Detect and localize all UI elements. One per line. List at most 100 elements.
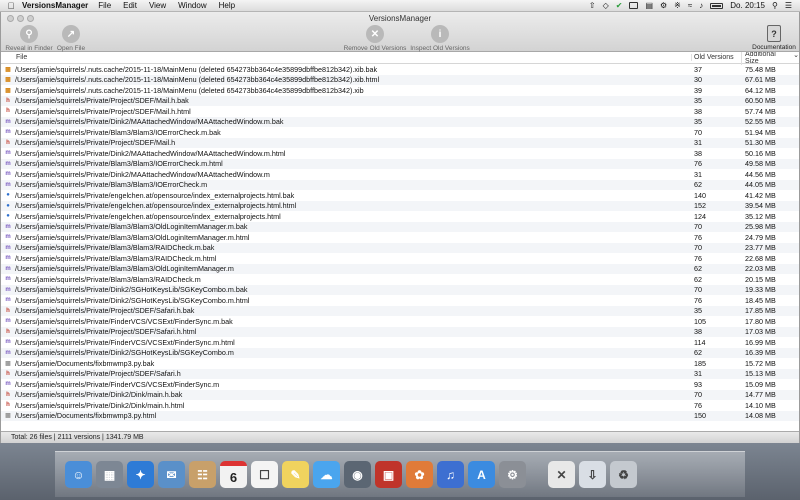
column-header-old-versions[interactable]: Old Versions bbox=[691, 54, 741, 61]
battery-icon[interactable] bbox=[710, 2, 724, 9]
contacts-icon[interactable]: ☷ bbox=[189, 461, 216, 488]
dropbox-icon[interactable]: ◇ bbox=[603, 1, 609, 10]
check-icon[interactable]: ✔ bbox=[616, 1, 623, 10]
old-versions-cell: 76 bbox=[694, 295, 702, 305]
table-row[interactable]: h/Users/jamie/squirrels/Private/Project/… bbox=[1, 106, 799, 117]
table-row[interactable]: h/Users/jamie/squirrels/Private/Project/… bbox=[1, 95, 799, 106]
file-path-cell: /Users/jamie/Documents/fixbmwmp3.py.bak bbox=[15, 358, 155, 368]
additional-size-cell: 18.45 MB bbox=[745, 295, 776, 305]
table-row[interactable]: h/Users/jamie/squirrels/Private/Dink2/Di… bbox=[1, 389, 799, 400]
table-row[interactable]: ▩ /Users/jamie/squirrels/.nuts.cache/2015… bbox=[1, 85, 799, 96]
table-row[interactable]: m/Users/jamie/squirrels/Private/Blam3/Bl… bbox=[1, 127, 799, 138]
clipboard-icon[interactable]: ▤ bbox=[645, 1, 653, 10]
table-row[interactable]: m/Users/jamie/squirrels/Private/Blam3/Bl… bbox=[1, 221, 799, 232]
app-store-icon[interactable]: A bbox=[468, 461, 495, 488]
notes-icon[interactable]: ✎ bbox=[282, 461, 309, 488]
file-type-icon: m bbox=[5, 381, 11, 388]
remove-old-versions-button[interactable]: ✕ Remove Old Versions bbox=[341, 25, 409, 52]
table-row[interactable]: m/Users/jamie/squirrels/Private/Dink2/SG… bbox=[1, 347, 799, 358]
messages-icon[interactable]: ☁ bbox=[313, 461, 340, 488]
table-row[interactable]: m/Users/jamie/squirrels/Private/Dink2/MA… bbox=[1, 148, 799, 159]
downloads-icon[interactable]: ⇩ bbox=[579, 461, 606, 488]
facetime-icon[interactable]: ◉ bbox=[344, 461, 371, 488]
table-row[interactable]: m/Users/jamie/squirrels/Private/Blam3/Bl… bbox=[1, 263, 799, 274]
old-versions-cell: 124 bbox=[694, 211, 706, 221]
documentation-button[interactable]: ? Documentation bbox=[749, 25, 799, 51]
table-row[interactable]: ▩ /Users/jamie/Documents/fixbmwmp3.py.bak… bbox=[1, 358, 799, 369]
table-row[interactable]: ● /Users/jamie/squirrels/Private/engelche… bbox=[1, 190, 799, 201]
spotlight-icon[interactable]: ⚲ bbox=[772, 1, 778, 10]
table-row[interactable]: ▩ /Users/jamie/squirrels/.nuts.cache/2015… bbox=[1, 74, 799, 85]
table-row[interactable]: h/Users/jamie/squirrels/Private/Project/… bbox=[1, 305, 799, 316]
notification-center-icon[interactable]: ☰ bbox=[785, 1, 792, 10]
menu-file[interactable]: File bbox=[98, 1, 111, 10]
table-row[interactable]: m/Users/jamie/squirrels/Private/Blam3/Bl… bbox=[1, 179, 799, 190]
bluetooth-icon[interactable]: ※ bbox=[674, 1, 681, 10]
table-row[interactable]: m/Users/jamie/squirrels/Private/Blam3/Bl… bbox=[1, 232, 799, 243]
old-versions-cell: 140 bbox=[694, 190, 706, 200]
apple-menu-icon[interactable]:  bbox=[0, 1, 22, 11]
menu-window[interactable]: Window bbox=[178, 1, 206, 10]
trash-icon[interactable]: ♻ bbox=[610, 461, 637, 488]
table-row[interactable]: m/Users/jamie/squirrels/Private/Dink2/MA… bbox=[1, 116, 799, 127]
menu-edit[interactable]: Edit bbox=[123, 1, 137, 10]
file-table[interactable]: ▩ /Users/jamie/squirrels/.nuts.cache/2015… bbox=[1, 64, 799, 431]
inspect-old-versions-button[interactable]: i Inspect Old Versions bbox=[406, 25, 474, 52]
table-row[interactable]: m/Users/jamie/squirrels/Private/Dink2/MA… bbox=[1, 169, 799, 180]
calendar-icon[interactable]: 6 bbox=[220, 461, 247, 488]
file-type-icon: ▩ bbox=[5, 66, 11, 73]
photo-booth-icon[interactable]: ▣ bbox=[375, 461, 402, 488]
safari-icon[interactable]: ✦ bbox=[127, 461, 154, 488]
old-versions-cell: 70 bbox=[694, 390, 702, 400]
table-row[interactable]: m/Users/jamie/squirrels/Private/FinderVC… bbox=[1, 337, 799, 348]
photos-icon[interactable]: ✿ bbox=[406, 461, 433, 488]
launchpad-icon[interactable]: ▦ bbox=[96, 461, 123, 488]
table-row[interactable]: ▩ /Users/jamie/Documents/fixbmwmp3.py.htm… bbox=[1, 410, 799, 421]
table-row[interactable]: m/Users/jamie/squirrels/Private/Blam3/Bl… bbox=[1, 242, 799, 253]
column-header-additional-size[interactable]: Additional Size ⌄ bbox=[741, 50, 799, 65]
table-row[interactable]: m/Users/jamie/squirrels/Private/Dink2/SG… bbox=[1, 284, 799, 295]
table-row[interactable]: h/Users/jamie/squirrels/Private/Project/… bbox=[1, 368, 799, 379]
finder-icon[interactable]: ☺ bbox=[65, 461, 92, 488]
file-type-icon: m bbox=[5, 171, 11, 178]
file-path-cell: /Users/jamie/squirrels/Private/Dink2/Din… bbox=[15, 400, 185, 410]
table-row[interactable]: m/Users/jamie/squirrels/Private/Blam3/Bl… bbox=[1, 274, 799, 285]
info-icon: i bbox=[431, 25, 449, 43]
table-row[interactable]: ● /Users/jamie/squirrels/Private/engelche… bbox=[1, 200, 799, 211]
versionsmanager-icon[interactable]: ✕ bbox=[548, 461, 575, 488]
old-versions-cell: 35 bbox=[694, 96, 702, 106]
menu-extra-icon[interactable] bbox=[629, 2, 639, 9]
column-header-file[interactable]: File bbox=[1, 54, 691, 61]
table-row[interactable]: ▩ /Users/jamie/squirrels/.nuts.cache/2015… bbox=[1, 64, 799, 75]
upload-icon[interactable]: ⇧ bbox=[589, 1, 596, 10]
mail-icon[interactable]: ✉ bbox=[158, 461, 185, 488]
table-row[interactable]: m/Users/jamie/squirrels/Private/Dink2/SG… bbox=[1, 295, 799, 306]
clock[interactable]: Do. 20:15 bbox=[730, 1, 765, 10]
table-row[interactable]: m/Users/jamie/squirrels/Private/FinderVC… bbox=[1, 316, 799, 327]
table-row[interactable]: m/Users/jamie/squirrels/Private/Blam3/Bl… bbox=[1, 253, 799, 264]
table-row[interactable]: ● /Users/jamie/squirrels/Private/engelche… bbox=[1, 211, 799, 222]
file-path-cell: /Users/jamie/squirrels/Private/Blam3/Bla… bbox=[15, 159, 223, 169]
table-row[interactable]: m/Users/jamie/squirrels/Private/Blam3/Bl… bbox=[1, 158, 799, 169]
table-row[interactable]: h/Users/jamie/squirrels/Private/Project/… bbox=[1, 326, 799, 337]
remove-old-versions-label: Remove Old Versions bbox=[343, 45, 407, 52]
file-type-icon: ● bbox=[6, 202, 10, 209]
system-preferences-icon[interactable]: ⚙ bbox=[499, 461, 526, 488]
volume-icon[interactable]: ♪ bbox=[699, 1, 703, 10]
itunes-icon[interactable]: ♫ bbox=[437, 461, 464, 488]
table-row[interactable]: h/Users/jamie/squirrels/Private/Dink2/Di… bbox=[1, 400, 799, 411]
file-path-cell: /Users/jamie/squirrels/.nuts.cache/2015-… bbox=[15, 85, 364, 95]
file-path-cell: /Users/jamie/squirrels/Private/Project/S… bbox=[15, 369, 181, 379]
app-menu[interactable]: VersionsManager bbox=[22, 1, 88, 10]
menu-help[interactable]: Help bbox=[219, 1, 235, 10]
table-row[interactable]: m/Users/jamie/squirrels/Private/FinderVC… bbox=[1, 379, 799, 390]
old-versions-cell: 62 bbox=[694, 348, 702, 358]
additional-size-cell: 14.10 MB bbox=[745, 400, 776, 410]
open-file-button[interactable]: ↗ Open File bbox=[46, 25, 96, 52]
file-type-icon: h bbox=[6, 402, 10, 409]
menu-view[interactable]: View bbox=[149, 1, 166, 10]
table-row[interactable]: h/Users/jamie/squirrels/Private/Project/… bbox=[1, 137, 799, 148]
wifi-icon[interactable]: ≈ bbox=[688, 1, 692, 10]
reminders-icon[interactable]: ☐ bbox=[251, 461, 278, 488]
gear-icon[interactable]: ⚙ bbox=[660, 1, 667, 10]
